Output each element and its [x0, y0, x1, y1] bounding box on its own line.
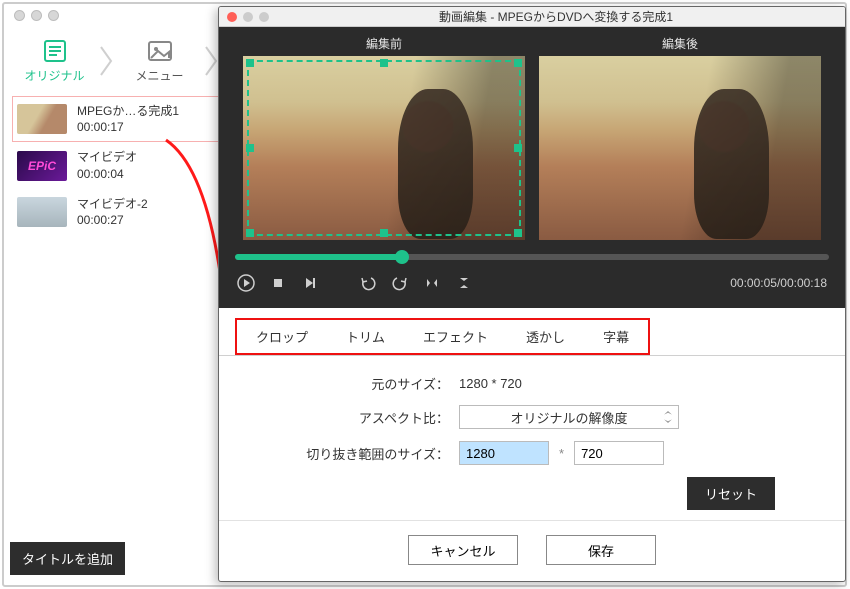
add-title-button[interactable]: タイトルを追加: [10, 542, 125, 575]
step-forward-icon[interactable]: [301, 274, 319, 292]
wizard-step-label: メニュー: [135, 67, 183, 84]
tab-subtitle[interactable]: 字幕: [584, 320, 648, 353]
wizard-step-label: オリジナル: [24, 67, 84, 84]
after-label: 編集後: [662, 35, 698, 52]
before-label: 編集前: [366, 35, 402, 52]
video-editor-modal: 動画編集 - MPEGからDVDへ変換する完成1 編集前: [218, 6, 846, 582]
clip-title: マイビデオ: [77, 149, 137, 165]
play-icon[interactable]: [237, 274, 255, 292]
modal-actions: キャンセル 保存: [219, 520, 845, 581]
time-readout: 00:00:05/00:00:18: [730, 276, 827, 290]
preview-after: [539, 56, 821, 240]
modal-title: 動画編集 - MPEGからDVDへ変換する完成1: [275, 8, 837, 25]
aspect-ratio-value: オリジナルの解像度: [510, 408, 627, 427]
clip-duration: 00:00:17: [77, 119, 179, 135]
original-size-label: 元のサイズ：: [259, 374, 449, 393]
clip-meta: MPEGか…る完成1 00:00:17: [77, 103, 179, 135]
playback-controls: 00:00:05/00:00:18: [237, 274, 827, 292]
timeline-progress: [235, 254, 401, 260]
preview-before[interactable]: [243, 56, 525, 240]
clip-duration: 00:00:04: [77, 166, 137, 182]
thumb-text: EPiC: [28, 159, 56, 173]
clip-meta: マイビデオ 00:00:04: [77, 149, 137, 181]
traffic-light-close[interactable]: [14, 10, 25, 21]
clip-title: MPEGか…る完成1: [77, 103, 179, 119]
original-size-value: 1280 * 720: [459, 376, 522, 391]
document-lines-icon: [41, 39, 69, 63]
timeline[interactable]: [235, 254, 829, 260]
modal-titlebar: 動画編集 - MPEGからDVDへ変換する完成1: [219, 7, 845, 27]
editor-tabs: クロップ トリム エフェクト 透かし 字幕: [219, 308, 845, 356]
modal-close-button[interactable]: [227, 12, 237, 22]
crop-height-input[interactable]: [574, 441, 664, 465]
clip-meta: マイビデオ-2 00:00:27: [77, 196, 148, 228]
clip-title: マイビデオ-2: [77, 196, 148, 212]
flip-vertical-icon[interactable]: [455, 274, 473, 292]
preview-area: 編集前 編集後: [219, 27, 845, 308]
save-button[interactable]: 保存: [546, 535, 656, 565]
rotate-left-icon[interactable]: [359, 274, 377, 292]
tabs-highlight-annotation: クロップ トリム エフェクト 透かし 字幕: [235, 318, 650, 355]
reset-button[interactable]: リセット: [687, 477, 775, 510]
wizard-step-original[interactable]: オリジナル: [12, 31, 97, 91]
clip-thumbnail: [17, 104, 67, 134]
traffic-light-zoom[interactable]: [48, 10, 59, 21]
tab-watermark[interactable]: 透かし: [507, 320, 584, 353]
modal-minimize-button[interactable]: [243, 12, 253, 22]
aspect-ratio-select[interactable]: オリジナルの解像度: [459, 405, 679, 429]
clip-thumbnail: [17, 197, 67, 227]
chevron-right-icon: [97, 41, 117, 81]
crop-form: 元のサイズ： 1280 * 720 アスペクト比： オリジナルの解像度 切り抜き…: [219, 356, 845, 520]
timeline-playhead[interactable]: [395, 250, 409, 264]
clip-thumbnail: EPiC: [17, 151, 67, 181]
stop-icon[interactable]: [269, 274, 287, 292]
tab-effect[interactable]: エフェクト: [404, 320, 507, 353]
wizard-step-menu[interactable]: メニュー: [117, 31, 202, 91]
crop-width-input[interactable]: [459, 441, 549, 465]
image-icon: [146, 39, 174, 63]
tab-crop[interactable]: クロップ: [237, 320, 327, 353]
multiply-icon: *: [559, 446, 564, 461]
traffic-light-minimize[interactable]: [31, 10, 42, 21]
tab-trim[interactable]: トリム: [327, 320, 404, 353]
aspect-ratio-label: アスペクト比：: [259, 408, 449, 427]
modal-zoom-button[interactable]: [259, 12, 269, 22]
flip-horizontal-icon[interactable]: [423, 274, 441, 292]
rotate-right-icon[interactable]: [391, 274, 409, 292]
cancel-button[interactable]: キャンセル: [408, 535, 518, 565]
clip-duration: 00:00:27: [77, 212, 148, 228]
crop-size-label: 切り抜き範囲のサイズ：: [259, 444, 449, 463]
